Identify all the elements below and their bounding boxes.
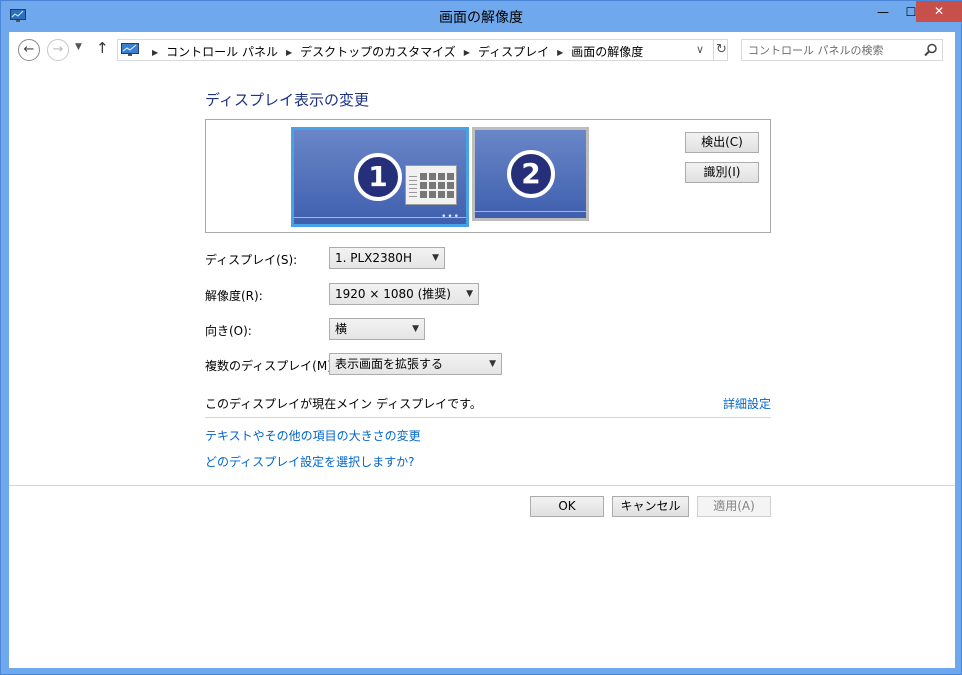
identify-button[interactable]: 識別(I) — [685, 162, 759, 183]
ok-button[interactable]: OK — [530, 496, 604, 517]
which-display-settings-link[interactable]: どのディスプレイ設定を選択しますか? — [205, 453, 415, 470]
back-button[interactable]: ← — [18, 39, 40, 61]
text-size-link[interactable]: テキストやその他の項目の大きさの変更 — [205, 427, 421, 444]
breadcrumb-separator[interactable]: ▶ — [152, 48, 158, 57]
apply-button[interactable]: 適用(A) — [697, 496, 771, 517]
orientation-select[interactable]: 横 ▼ — [329, 318, 425, 340]
resolution-label: 解像度(R): — [205, 289, 263, 303]
monitor-2[interactable]: 2 — [472, 127, 589, 221]
resolution-select-value: 1920 × 1080 (推奨) — [335, 287, 451, 301]
refresh-button[interactable]: ↻ — [713, 40, 729, 60]
search-box[interactable] — [741, 39, 943, 61]
address-history-dropdown[interactable]: ∨ — [696, 43, 704, 56]
forward-button[interactable]: → — [47, 39, 69, 61]
title-bar[interactable]: 画面の解像度 — ☐ ✕ — [1, 1, 962, 32]
main-display-status: このディスプレイが現在メイン ディスプレイです。 — [205, 397, 482, 411]
divider — [9, 485, 955, 486]
recent-locations-dropdown[interactable]: ▼ — [75, 42, 82, 52]
control-panel-icon — [121, 43, 139, 56]
breadcrumb-display[interactable]: ディスプレイ — [478, 45, 549, 59]
breadcrumb-separator[interactable]: ▶ — [557, 48, 563, 57]
resolution-select[interactable]: 1920 × 1080 (推奨) ▼ — [329, 283, 479, 305]
breadcrumb-desktop-customization[interactable]: デスクトップのカスタマイズ — [300, 45, 456, 59]
cancel-button[interactable]: キャンセル — [612, 496, 689, 517]
orientation-label: 向き(O): — [205, 324, 252, 338]
monitor-1-number: 1 — [354, 153, 402, 201]
chevron-down-icon: ▼ — [466, 289, 473, 299]
chevron-down-icon: ▼ — [489, 359, 496, 369]
page-title: ディスプレイ表示の変更 — [205, 91, 369, 109]
chevron-down-icon: ▼ — [432, 253, 439, 263]
start-screen-icon — [405, 165, 457, 205]
window-frame: 画面の解像度 — ☐ ✕ ← → ▼ ↑ ▶ コントロール パネル ▶ デスクトップの… — [0, 0, 962, 675]
divider — [205, 417, 771, 418]
breadcrumb-control-panel[interactable]: コントロール パネル — [166, 45, 278, 59]
chevron-down-icon: ▼ — [412, 324, 419, 334]
search-icon[interactable] — [924, 43, 938, 57]
minimize-button[interactable]: — — [869, 2, 897, 22]
address-bar[interactable]: ▶ コントロール パネル ▶ デスクトップのカスタマイズ ▶ ディスプレイ ▶ 画面の解像度 … — [117, 39, 728, 61]
display-label: ディスプレイ(S): — [205, 253, 298, 267]
start-screen-tiles-grid — [420, 172, 454, 200]
up-button[interactable]: ↑ — [96, 39, 109, 57]
multiple-displays-label: 複数のディスプレイ(M): — [205, 359, 336, 373]
detect-button[interactable]: 検出(C) — [685, 132, 759, 153]
monitor-2-number: 2 — [507, 150, 555, 198]
more-dots-icon: ••• — [441, 212, 460, 222]
window-content: ← → ▼ ↑ ▶ コントロール パネル ▶ デスクトップのカスタマイズ ▶ ディスプレイ… — [9, 32, 955, 668]
breadcrumb: ▶ コントロール パネル ▶ デスクトップのカスタマイズ ▶ ディスプレイ ▶ 画面の解像度 — [144, 43, 643, 60]
taskbar-line — [475, 211, 586, 212]
breadcrumb-screen-resolution[interactable]: 画面の解像度 — [571, 45, 643, 59]
display-select[interactable]: 1. PLX2380H ▼ — [329, 247, 445, 269]
monitor-arrangement-panel: 1 ••• 2 検出(C) 識別(I) — [205, 119, 771, 233]
multiple-displays-select[interactable]: 表示画面を拡張する ▼ — [329, 353, 502, 375]
window-title: 画面の解像度 — [439, 10, 523, 26]
breadcrumb-separator[interactable]: ▶ — [464, 48, 470, 57]
advanced-settings-link[interactable]: 詳細設定 — [723, 395, 771, 412]
display-select-value: 1. PLX2380H — [335, 251, 412, 265]
multiple-displays-select-value: 表示画面を拡張する — [335, 357, 444, 371]
monitor-1[interactable]: 1 ••• — [291, 127, 469, 227]
navigation-bar: ← → ▼ ↑ ▶ コントロール パネル ▶ デスクトップのカスタマイズ ▶ ディスプレイ… — [9, 32, 955, 68]
search-input[interactable] — [746, 42, 916, 58]
close-button[interactable]: ✕ — [916, 1, 962, 22]
start-screen-lines — [409, 173, 417, 197]
breadcrumb-separator[interactable]: ▶ — [286, 48, 292, 57]
orientation-select-value: 横 — [335, 322, 348, 336]
